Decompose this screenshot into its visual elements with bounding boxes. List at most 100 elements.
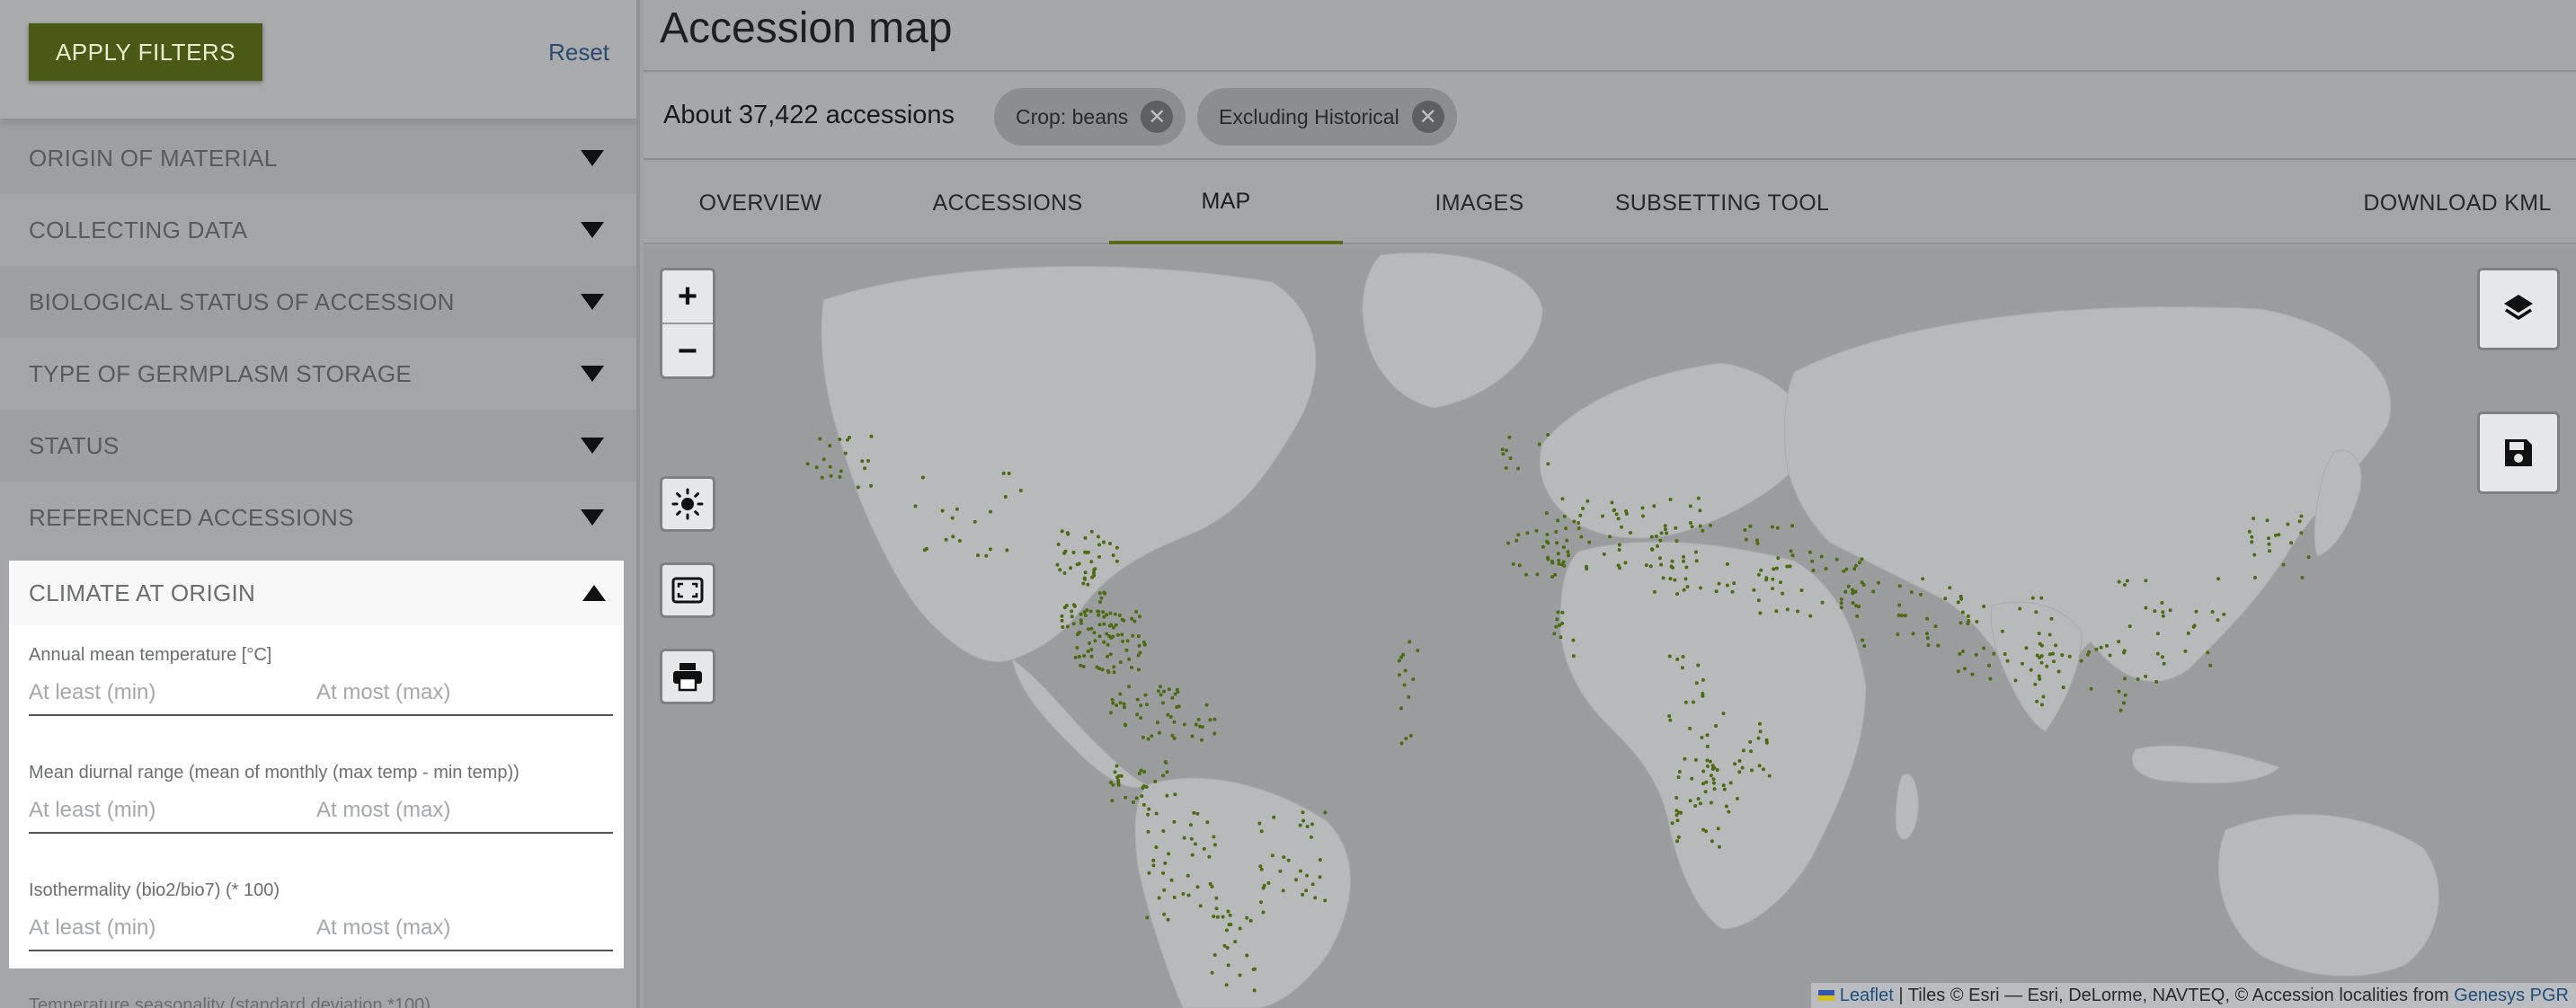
accession-marker[interactable] [1161,871,1166,875]
accession-marker[interactable] [2119,708,2123,712]
accession-marker[interactable] [1106,654,1110,659]
accession-marker[interactable] [1259,829,1264,834]
accession-marker[interactable] [1181,892,1186,896]
download-kml-button[interactable]: DOWNLOAD KML [2351,162,2563,244]
accession-marker[interactable] [1560,621,1565,625]
accession-marker[interactable] [2061,685,2065,690]
accession-marker[interactable] [1648,564,1653,569]
accession-marker[interactable] [1248,918,1253,923]
accession-marker[interactable] [1903,614,1907,618]
accession-marker[interactable] [1684,565,1689,570]
accession-marker[interactable] [2161,610,2165,615]
accession-marker[interactable] [1079,612,1083,616]
accession-marker[interactable] [1771,587,1775,591]
accession-marker[interactable] [2127,624,2132,629]
accession-marker[interactable] [1658,538,1663,543]
accession-marker[interactable] [1122,702,1126,706]
accession-marker[interactable] [1851,601,1855,606]
accession-marker[interactable] [1675,657,1680,661]
accession-marker[interactable] [1725,583,1729,588]
accession-marker[interactable] [1781,591,1785,596]
accession-marker[interactable] [1692,700,1695,704]
accession-marker[interactable] [1688,799,1692,803]
accession-marker[interactable] [1115,703,1119,708]
accession-marker[interactable] [1404,737,1408,741]
accession-marker[interactable] [1215,915,1220,919]
accession-marker[interactable] [1141,786,1145,790]
accession-marker[interactable] [1018,489,1023,492]
accession-marker[interactable] [1139,703,1143,708]
accession-marker[interactable] [1127,657,1132,661]
accession-marker[interactable] [1137,772,1141,775]
accession-marker[interactable] [1675,818,1680,823]
accession-marker[interactable] [1501,452,1506,456]
accession-marker[interactable] [1169,878,1174,882]
accession-marker[interactable] [2037,632,2041,636]
accession-marker[interactable] [1586,499,1590,503]
accession-marker[interactable] [1089,626,1094,631]
accession-marker[interactable] [1657,556,1662,561]
accession-marker[interactable] [1696,496,1701,500]
accession-marker[interactable] [1842,569,1846,573]
accession-marker[interactable] [828,444,832,448]
accession-marker[interactable] [1654,534,1658,538]
accession-marker[interactable] [1186,873,1190,878]
accession-marker[interactable] [1693,804,1698,808]
accession-marker[interactable] [2123,693,2127,697]
accordion-biological-status[interactable]: BIOLOGICAL STATUS OF ACCESSION [0,266,636,338]
accession-marker[interactable] [1958,651,1962,656]
accession-marker[interactable] [1714,724,1718,728]
accession-marker[interactable] [869,483,873,488]
accession-marker[interactable] [1081,581,1086,586]
accession-marker[interactable] [1278,869,1283,873]
accession-marker[interactable] [1118,701,1123,705]
accession-marker[interactable] [1668,498,1673,501]
accession-marker[interactable] [1515,538,1519,543]
accession-marker[interactable] [1897,584,1902,588]
accession-marker[interactable] [1089,654,1094,659]
accession-marker[interactable] [2122,583,2127,587]
accession-marker[interactable] [1722,787,1727,791]
accession-marker[interactable] [2216,577,2221,581]
accession-marker[interactable] [1107,623,1112,628]
accession-marker[interactable] [1975,620,1979,623]
accession-marker[interactable] [1699,586,1702,590]
accession-marker[interactable] [2122,649,2127,653]
accession-marker[interactable] [1796,609,1799,614]
accession-marker[interactable] [1093,639,1097,643]
accession-marker[interactable] [1082,654,1087,658]
accession-marker[interactable] [1323,810,1328,815]
accession-marker[interactable] [1740,765,1745,770]
accession-marker[interactable] [1112,670,1116,675]
accession-marker[interactable] [2160,655,2164,659]
accession-marker[interactable] [2089,686,2093,691]
accession-marker[interactable] [2144,674,2148,678]
accession-marker[interactable] [1221,915,1225,919]
accession-map[interactable]: + − Leaflet | Tiles © Esri — Esri, DeLor… [644,246,2576,1008]
accession-marker[interactable] [1301,892,1305,897]
accession-marker[interactable] [2299,514,2304,518]
accession-marker[interactable] [1228,913,1232,917]
accession-marker[interactable] [2038,655,2042,659]
accession-marker[interactable] [1131,633,1135,638]
accession-marker[interactable] [1261,910,1266,915]
accession-marker[interactable] [1728,781,1733,785]
accession-marker[interactable] [1172,720,1177,724]
accession-marker[interactable] [973,519,977,524]
accession-marker[interactable] [1310,882,1315,887]
accession-marker[interactable] [1083,614,1088,617]
accession-marker[interactable] [1659,531,1664,535]
accession-marker[interactable] [856,485,860,490]
accession-marker[interactable] [2018,606,2022,611]
accession-marker[interactable] [2105,643,2109,648]
accession-marker[interactable] [1226,909,1230,914]
accession-marker[interactable] [2099,645,2103,650]
accession-marker[interactable] [1670,559,1674,563]
accession-marker[interactable] [1055,562,1060,567]
accession-marker[interactable] [1108,542,1112,545]
accession-marker[interactable] [1785,607,1790,612]
accession-marker[interactable] [1175,687,1179,692]
accession-marker[interactable] [1516,533,1521,537]
accession-marker[interactable] [2206,650,2210,655]
accession-marker[interactable] [1165,793,1169,798]
